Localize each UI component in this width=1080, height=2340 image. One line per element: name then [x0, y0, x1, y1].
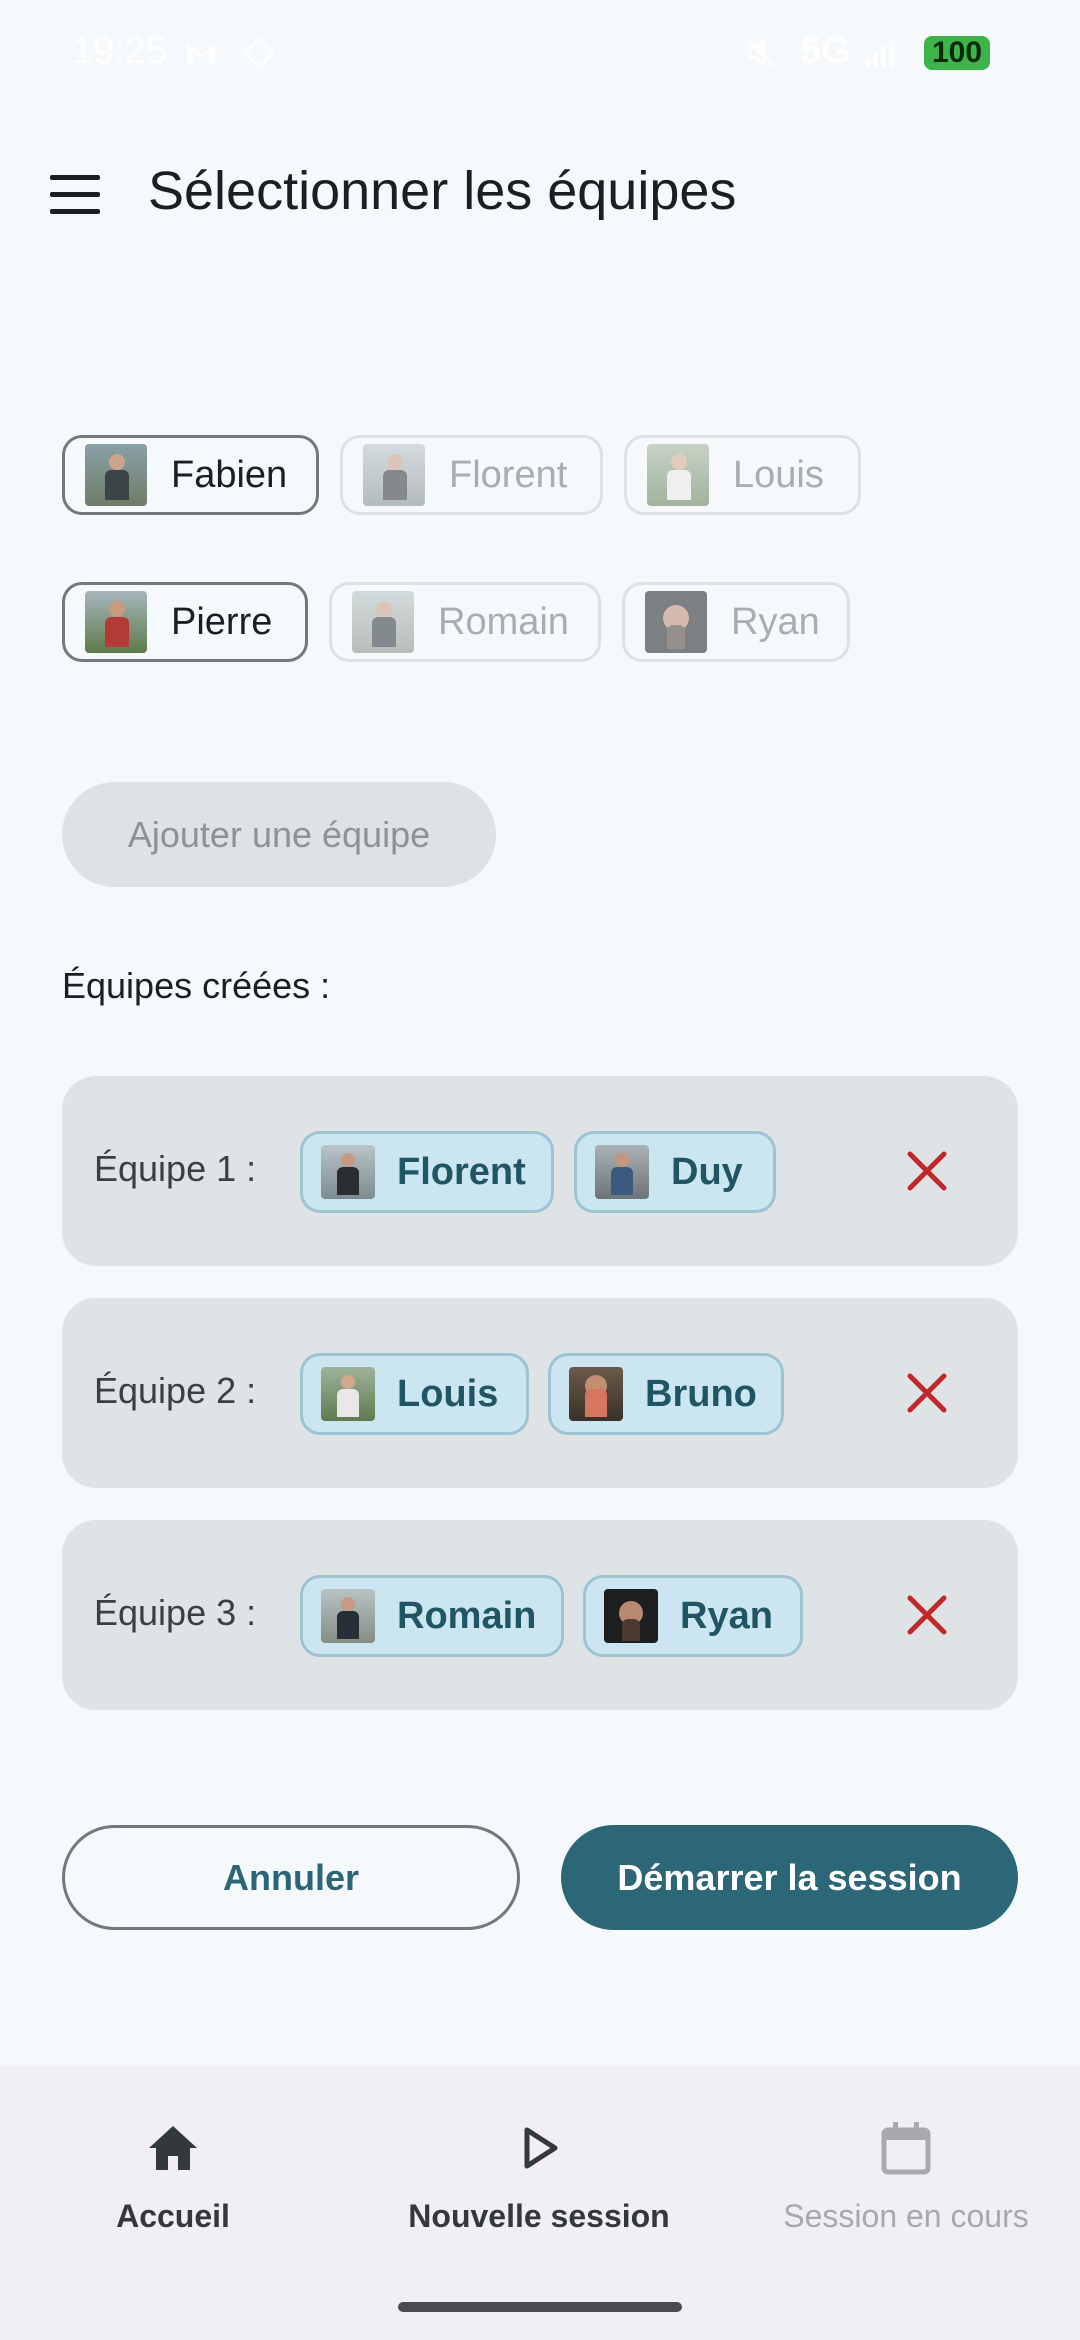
remove-team-icon[interactable]	[904, 1148, 950, 1194]
status-time: 19:25	[72, 30, 168, 72]
team-card-1: Équipe 1 : Florent Duy	[62, 1076, 1018, 1266]
remove-team-icon[interactable]	[904, 1370, 950, 1416]
signal-icon	[865, 40, 894, 68]
player-name: Louis	[733, 453, 824, 496]
gmail-icon	[187, 44, 215, 64]
player-chip-fabien[interactable]: Fabien	[62, 435, 319, 515]
member-name: Louis	[397, 1372, 499, 1415]
player-avatar	[321, 1589, 375, 1643]
member-name: Florent	[397, 1150, 526, 1193]
team-label: Équipe 2 :	[94, 1370, 257, 1411]
member-name: Duy	[671, 1150, 743, 1193]
member-name: Romain	[397, 1594, 537, 1637]
team-card-2: Équipe 2 : Louis Bruno	[62, 1298, 1018, 1488]
team-member-chip[interactable]: Romain	[300, 1575, 564, 1657]
battery-indicator: 100	[924, 36, 990, 70]
remove-team-icon[interactable]	[904, 1592, 950, 1638]
nav-label: Nouvelle session	[408, 2198, 670, 2234]
player-avatar	[647, 444, 709, 506]
team-label: Équipe 1 :	[94, 1148, 257, 1189]
player-avatar	[363, 444, 425, 506]
team-member-chip[interactable]: Duy	[574, 1131, 776, 1213]
add-team-button[interactable]: Ajouter une équipe	[62, 782, 496, 887]
notification-icon	[242, 36, 276, 70]
player-avatar	[569, 1367, 623, 1421]
status-bar: 19:25 5G 100	[0, 0, 1080, 110]
player-name: Pierre	[171, 600, 273, 643]
start-session-button[interactable]: Démarrer la session	[561, 1825, 1018, 1930]
player-avatar	[85, 444, 147, 506]
player-chip-louis[interactable]: Louis	[624, 435, 861, 515]
menu-icon[interactable]	[50, 175, 100, 215]
home-indicator[interactable]	[398, 2302, 682, 2312]
player-chip-romain[interactable]: Romain	[329, 582, 601, 662]
network-type: 5G	[800, 30, 851, 72]
cancel-button[interactable]: Annuler	[62, 1825, 520, 1930]
player-name: Ryan	[731, 600, 820, 643]
player-avatar	[85, 591, 147, 653]
teams-heading: Équipes créées :	[62, 965, 331, 1006]
nav-item-current-session[interactable]: Session en cours	[726, 2066, 1080, 2266]
play-icon	[524, 2127, 558, 2169]
player-chip-pierre[interactable]: Pierre	[62, 582, 308, 662]
mute-icon	[746, 38, 776, 68]
player-avatar	[321, 1367, 375, 1421]
bottom-navigation: Accueil Nouvelle session Session en cour…	[0, 2066, 1080, 2340]
team-member-chip[interactable]: Florent	[300, 1131, 554, 1213]
team-member-chip[interactable]: Louis	[300, 1353, 529, 1435]
nav-label: Session en cours	[783, 2198, 1029, 2234]
calendar-icon	[881, 2122, 931, 2175]
nav-label: Accueil	[116, 2198, 230, 2234]
team-card-3: Équipe 3 : Romain Ryan	[62, 1520, 1018, 1710]
player-chip-florent[interactable]: Florent	[340, 435, 603, 515]
page-title: Sélectionner les équipes	[148, 161, 737, 221]
player-name: Romain	[438, 600, 569, 643]
member-name: Ryan	[680, 1594, 773, 1637]
home-icon	[149, 2126, 197, 2170]
member-name: Bruno	[645, 1372, 757, 1415]
player-avatar	[645, 591, 707, 653]
player-name: Florent	[449, 453, 568, 496]
player-name: Fabien	[171, 453, 288, 496]
nav-item-home[interactable]: Accueil	[0, 2066, 353, 2266]
player-chip-ryan[interactable]: Ryan	[622, 582, 850, 662]
nav-item-new-session[interactable]: Nouvelle session	[359, 2066, 719, 2266]
team-member-chip[interactable]: Ryan	[583, 1575, 803, 1657]
player-avatar	[321, 1145, 375, 1199]
player-avatar	[352, 591, 414, 653]
team-label: Équipe 3 :	[94, 1592, 257, 1633]
team-member-chip[interactable]: Bruno	[548, 1353, 784, 1435]
player-avatar	[604, 1589, 658, 1643]
player-avatar	[595, 1145, 649, 1199]
